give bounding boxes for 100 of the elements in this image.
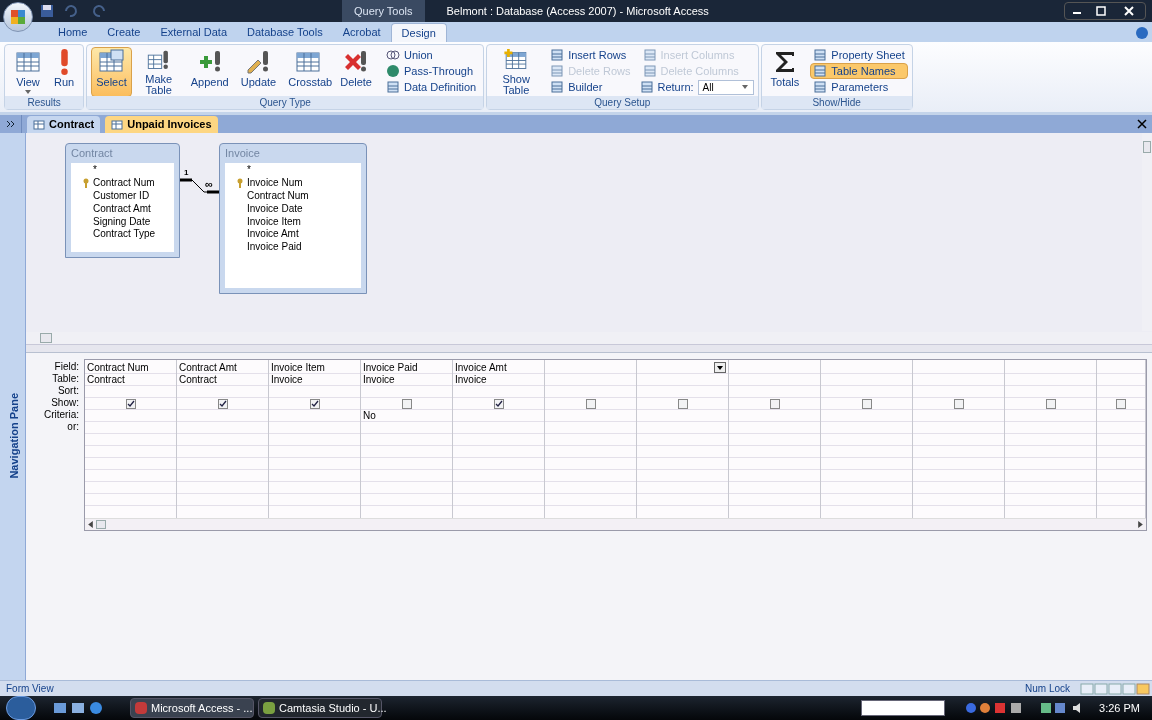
start-button[interactable]	[6, 696, 36, 720]
ribbon-small-button[interactable]: Table Names	[810, 63, 908, 79]
ribbon-tab[interactable]: Create	[97, 23, 151, 42]
ribbon-button[interactable]: Select	[91, 47, 132, 97]
ribbon-tab[interactable]: Database Tools	[237, 23, 333, 42]
ribbon-button[interactable]: View	[9, 47, 47, 97]
group-label: Query Type	[87, 96, 484, 109]
field-name[interactable]: Invoice Date	[247, 202, 303, 215]
table-window[interactable]: Contract * Contract Num Customer ID Contract Amt Signing Date Contract Type	[65, 143, 180, 258]
grid-cell[interactable]	[637, 362, 728, 374]
scroll-left-icon[interactable]	[88, 521, 93, 528]
field-name[interactable]: Invoice Num	[247, 177, 303, 190]
return-label: Return:	[657, 79, 694, 95]
grid-cell[interactable]: Invoice Amt	[453, 362, 544, 374]
ribbon-small-button[interactable]: Pass-Through	[383, 63, 480, 79]
save-icon[interactable]	[40, 4, 54, 18]
grid-cell[interactable]: Invoice Paid	[361, 362, 452, 374]
grid-cell[interactable]: Contract Amt	[177, 362, 268, 374]
office-button[interactable]	[3, 2, 33, 32]
field-name[interactable]: Contract Amt	[93, 202, 151, 215]
show-checkbox[interactable]	[585, 398, 596, 409]
row-label: or:	[67, 421, 79, 433]
grid-cell[interactable]: Invoice	[361, 374, 452, 386]
rings-icon	[386, 48, 400, 62]
taskbar-button[interactable]: Microsoft Access - ...	[130, 698, 254, 718]
grid-cell[interactable]: Invoice	[269, 374, 360, 386]
table-icon	[111, 118, 124, 131]
table-icon	[33, 118, 45, 131]
row-label: Show:	[51, 397, 79, 409]
splitter[interactable]	[26, 345, 1152, 353]
globe-icon	[386, 64, 400, 78]
show-checkbox[interactable]	[953, 398, 964, 409]
grid-cell[interactable]: Contract Num	[85, 362, 176, 374]
ribbon-tab[interactable]: Design	[390, 23, 447, 42]
ribbon-tab[interactable]: External Data	[150, 23, 238, 42]
ribbon-small-button[interactable]: Builder	[547, 79, 634, 95]
field-name[interactable]: *	[93, 164, 97, 177]
field-name[interactable]: Invoice Paid	[247, 241, 302, 254]
group-label: Query Setup	[487, 96, 758, 109]
ribbon-button[interactable]: Update	[235, 47, 282, 97]
field-name[interactable]: Contract Num	[93, 177, 155, 190]
scroll-thumb[interactable]	[96, 520, 106, 529]
context-tab-label: Query Tools	[342, 0, 425, 22]
row-label: Criteria:	[44, 409, 79, 421]
app-icon	[263, 702, 275, 714]
status-text: Num Lock	[1025, 682, 1070, 696]
return-dropdown[interactable]: All	[697, 79, 754, 95]
ribbon-button[interactable]: Delete	[335, 47, 377, 97]
grid-cell[interactable]: Contract	[177, 374, 268, 386]
field-name[interactable]: Customer ID	[93, 190, 150, 202]
grid-cell[interactable]: Invoice	[453, 374, 544, 386]
field-name[interactable]: Contract Type	[93, 228, 156, 241]
horizontal-scrollbar[interactable]	[85, 518, 1146, 530]
help-icon[interactable]	[1136, 27, 1148, 39]
show-checkbox[interactable]	[309, 398, 320, 409]
ribbon-small-button[interactable]: Data Definition	[383, 79, 480, 95]
view-buttons-icon[interactable]	[1080, 682, 1150, 695]
document-tab[interactable]: Unpaid Invoices	[105, 116, 218, 133]
row-label: Field:	[54, 361, 79, 373]
ribbon-small-button[interactable]: Union	[383, 47, 480, 63]
ribbon-button[interactable]: Run	[49, 47, 80, 97]
ribbon-small-button[interactable]: Insert Rows	[547, 47, 634, 63]
show-checkbox[interactable]	[1116, 398, 1126, 409]
one-label: 1	[184, 169, 189, 177]
navigation-pane[interactable]: Navigation Pane	[0, 133, 26, 680]
field-name[interactable]: Contract Num	[247, 190, 309, 202]
table-title: Invoice	[225, 146, 261, 161]
grid-cell[interactable]: Contract	[85, 374, 176, 386]
ribbon-button[interactable]: Append	[185, 47, 234, 97]
many-label: ∞	[205, 179, 213, 190]
table-window[interactable]: Invoice * Invoice Num Contract Num Invoice Date Invoice Item Invoice Amt Invoice Paid	[219, 143, 367, 294]
field-name[interactable]: *	[247, 164, 251, 177]
ribbon-button[interactable]: Crosstab	[283, 47, 334, 97]
table-title: Contract	[71, 146, 114, 161]
show-checkbox[interactable]	[769, 398, 780, 409]
group-label: Results	[5, 96, 84, 109]
ribbon-small-button[interactable]: Parameters	[810, 79, 908, 95]
show-checkbox[interactable]	[677, 398, 688, 409]
navigation-pane-label: Navigation Pane	[6, 393, 20, 479]
field-name[interactable]: Invoice Amt	[247, 228, 299, 241]
grid-cell[interactable]: No	[361, 410, 452, 422]
close-icon[interactable]	[1137, 119, 1147, 129]
show-checkbox[interactable]	[861, 398, 872, 409]
scroll-right-icon[interactable]	[1138, 521, 1143, 528]
double-chevron-icon	[5, 119, 16, 129]
document-tab[interactable]: Contract	[27, 116, 101, 133]
show-checkbox[interactable]	[401, 398, 412, 409]
ribbon-tab[interactable]: Acrobat	[332, 23, 391, 42]
taskbar-search-field[interactable]	[861, 700, 946, 716]
field-name[interactable]: Signing Date	[93, 215, 151, 228]
row-label: Sort:	[57, 385, 79, 397]
show-checkbox[interactable]	[1045, 398, 1056, 409]
show-checkbox[interactable]	[493, 398, 504, 409]
ribbon-small-button[interactable]: Property Sheet	[810, 47, 908, 63]
show-checkbox[interactable]	[217, 398, 228, 409]
ribbon-button[interactable]: Totals	[765, 47, 805, 97]
show-checkbox[interactable]	[125, 398, 136, 409]
ribbon-tab[interactable]: Home	[48, 23, 98, 42]
field-name[interactable]: Invoice Item	[247, 215, 301, 228]
grid-cell[interactable]: Invoice Item	[269, 362, 360, 374]
